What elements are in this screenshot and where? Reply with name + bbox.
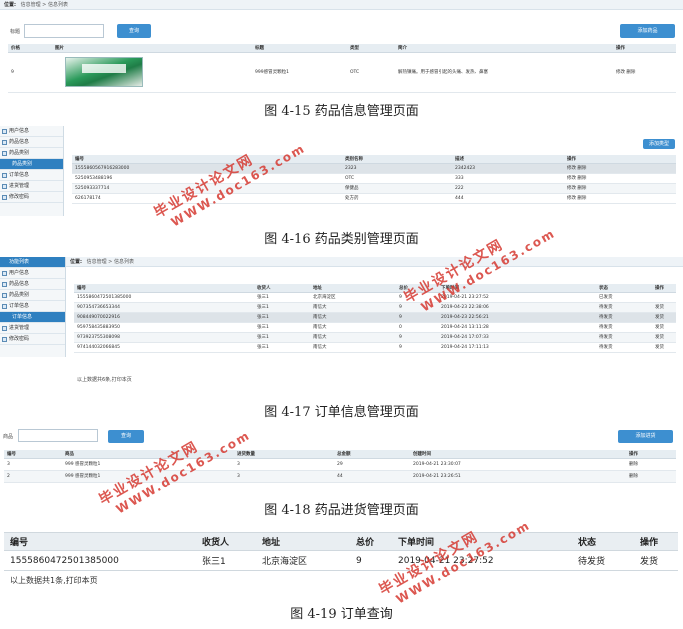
- sidebar: 功能列表 用户信息 药品信息 药品类别 订单信息 订单信息 进货管理 修改密码: [0, 257, 66, 357]
- sidebar-item-categories[interactable]: 药品类别: [0, 148, 63, 159]
- sidebar-item-categories[interactable]: 药品类别: [0, 290, 65, 301]
- table-header: 编号 收货人 地址 总价 下单时间 状态 操作: [74, 284, 676, 293]
- table-row: 9 999感冒灵颗粒1 OTC 解热镇痛。用于感冒引起的头痛、发热、鼻塞 修改 …: [8, 52, 676, 93]
- folder-icon: [2, 326, 7, 331]
- folder-icon: [2, 173, 7, 178]
- search-button[interactable]: 查询: [108, 430, 144, 443]
- order-table: 编号 收货人 地址 总价 下单时间 状态 操作 1555860472501385…: [74, 284, 676, 353]
- add-drug-button[interactable]: 添加药品: [620, 24, 675, 38]
- search-label: 标题: [10, 29, 21, 35]
- table-row: 2 999 感冒灵颗粒1 3 44 2019-04-21 23:26:51 删除: [4, 470, 676, 483]
- table-header: 编号 商品 进货数量 总金额 创建时间 操作: [4, 450, 676, 459]
- breadcrumb: 位置: 信息管理 > 信息列表: [66, 257, 683, 267]
- sidebar-item-drugs[interactable]: 药品信息: [0, 279, 65, 290]
- caption-4-15: 图 4-15 药品信息管理页面: [264, 104, 419, 119]
- search-button[interactable]: 查询: [117, 24, 151, 38]
- folder-icon: [2, 304, 7, 309]
- folder-icon: [2, 151, 7, 156]
- folder-icon: [2, 129, 7, 134]
- sidebar-subitem-categories[interactable]: 药品类别: [0, 159, 63, 170]
- caption-4-19: 图 4-19 订单查询: [290, 607, 393, 622]
- drug-image: [65, 57, 143, 87]
- ship-link[interactable]: 发货: [634, 550, 678, 571]
- add-purchase-button[interactable]: 添加进货: [618, 430, 673, 443]
- sidebar-item-orders[interactable]: 订单信息: [0, 170, 63, 181]
- table-row: 907354736653344 张三1 南信大 9 2019-04-23 22:38:0…: [74, 302, 676, 313]
- sidebar-item-users[interactable]: 用户信息: [0, 268, 65, 279]
- table-row: 525093337714 保健品 222 修改 删除: [72, 183, 676, 194]
- table-row: 973923755308098 张三1 南信大 9 2019-04-24 17:07:3…: [74, 332, 676, 343]
- search-label: 商品: [3, 434, 14, 440]
- search-input[interactable]: [18, 429, 98, 442]
- order-query-table: 编号 收货人 地址 总价 下单时间 状态 操作 1555860472501385…: [4, 532, 678, 571]
- drug-table: 价格 图片 标题 类型 简介 操作 9 999感冒灵颗粒1 OTC 解热镇痛。用…: [8, 44, 676, 93]
- sidebar-item-purchase[interactable]: 进货管理: [0, 181, 63, 192]
- folder-icon: [2, 293, 7, 298]
- folder-icon: [2, 337, 7, 342]
- table-header: 编号 收货人 地址 总价 下单时间 状态 操作: [4, 532, 678, 551]
- sidebar-item-orders[interactable]: 订单信息: [0, 301, 65, 312]
- sidebar-item-password[interactable]: 修改密码: [0, 192, 63, 203]
- table-row: 908449070022916 张三1 南信大 9 2019-04-23 22:56:2…: [74, 312, 676, 323]
- sidebar: 用户信息 药品信息 药品类别 药品类别 订单信息 进货管理 修改密码: [0, 126, 64, 216]
- table-footer: 以上数据共1条,打印本页: [10, 576, 98, 585]
- caption-4-17: 图 4-17 订单信息管理页面: [264, 405, 419, 420]
- sidebar-item-users[interactable]: 用户信息: [0, 126, 63, 137]
- caption-4-16: 图 4-16 药品类别管理页面: [264, 232, 419, 247]
- table-footer: 以上数据共6条,打印本页: [77, 377, 132, 383]
- sidebar-header: 功能列表: [0, 257, 65, 268]
- folder-icon: [2, 282, 7, 287]
- breadcrumb: 位置: 信息管理 > 信息列表: [0, 0, 683, 10]
- folder-icon: [2, 195, 7, 200]
- table-header: 编号 类别名称 描述 操作: [72, 155, 676, 164]
- table-row: 1555860567916283000 2323 2342423 修改 删除: [72, 163, 676, 174]
- folder-icon: [2, 271, 7, 276]
- add-category-button[interactable]: 添加类型: [643, 139, 675, 149]
- table-row: 959758435883950 张三1 南信大 0 2019-04-24 13:11:2…: [74, 322, 676, 333]
- folder-icon: [2, 140, 7, 145]
- sidebar-item-purchase[interactable]: 进货管理: [0, 323, 65, 334]
- row-actions[interactable]: 修改 删除: [613, 52, 676, 93]
- table-row: 3 999 感冒灵颗粒1 3 29 2019-04-21 23:30:07 删除: [4, 458, 676, 471]
- folder-icon: [2, 184, 7, 189]
- table-row: 1555860472501385000 张三1 北京海淀区 9 2019-04-21 2…: [74, 292, 676, 303]
- table-header: 价格 图片 标题 类型 简介 操作: [8, 44, 676, 53]
- table-row: 974144032066845 张三1 南信大 9 2019-04-24 17:11:1…: [74, 342, 676, 353]
- sidebar-item-password[interactable]: 修改密码: [0, 334, 65, 345]
- search-input[interactable]: [24, 24, 104, 38]
- table-row: 1555860472501385000 张三1 北京海淀区 9 2019-04-…: [4, 550, 678, 571]
- sidebar-item-drugs[interactable]: 药品信息: [0, 137, 63, 148]
- table-row: 5250953488196 OTC 333 修改 删除: [72, 173, 676, 184]
- purchase-table: 编号 商品 进货数量 总金额 创建时间 操作 3 999 感冒灵颗粒1 3 29 201…: [4, 450, 676, 483]
- sidebar-subitem-orders[interactable]: 订单信息: [0, 312, 65, 323]
